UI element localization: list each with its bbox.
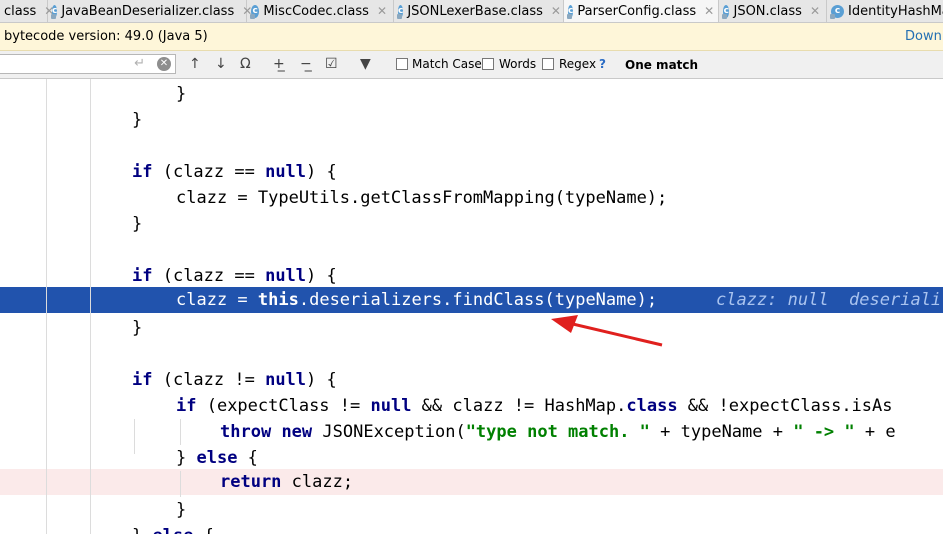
filter-icon[interactable]: ▼ bbox=[360, 56, 371, 72]
search-result-count: One match bbox=[625, 58, 699, 72]
code-editor[interactable]: } } if (clazz == null) { clazz = TypeUti… bbox=[0, 79, 943, 534]
match-case-checkbox[interactable] bbox=[396, 58, 408, 70]
tab-label: ParserConfig.class bbox=[577, 3, 697, 19]
tab-label: class bbox=[4, 3, 37, 19]
words-checkbox[interactable] bbox=[482, 58, 494, 70]
search-input[interactable]: ↵ ✕ bbox=[0, 54, 176, 74]
class-icon: c bbox=[396, 4, 404, 19]
bytecode-version-text: bytecode version: 49.0 (Java 5) bbox=[4, 29, 208, 44]
remove-selection-icon[interactable]: −̲ bbox=[300, 56, 312, 72]
regex-help-icon[interactable]: ? bbox=[599, 57, 606, 71]
enter-icon: ↵ bbox=[134, 56, 145, 71]
class-icon: c bbox=[249, 4, 260, 19]
match-case-label[interactable]: Match Case bbox=[412, 57, 482, 71]
tab-identityhashmap[interactable]: c IdentityHashMa bbox=[827, 0, 943, 22]
editor-tab-bar: class ✕ c JavaBeanDeserializer.class ✕ c… bbox=[0, 0, 943, 23]
close-icon[interactable]: ✕ bbox=[551, 4, 561, 18]
close-icon[interactable]: ✕ bbox=[704, 4, 714, 18]
tab-label: MiscCodec.class bbox=[263, 3, 369, 19]
select-all-occurrences-icon[interactable]: ☑ bbox=[325, 56, 338, 72]
class-icon: c bbox=[830, 4, 844, 19]
tab-label: JSON.class bbox=[733, 3, 802, 19]
tab-misccodec[interactable]: c MiscCodec.class ✕ bbox=[247, 0, 394, 22]
tab-label: JavaBeanDeserializer.class bbox=[61, 3, 235, 19]
find-bar: ↵ ✕ ↑ ↓ Ω +̲ −̲ ☑ ▼ Match Case Words Reg… bbox=[0, 51, 943, 79]
words-label[interactable]: Words bbox=[499, 57, 536, 71]
tab-label: JSONLexerBase.class bbox=[407, 3, 543, 19]
tab-javabeandeserializer[interactable]: c JavaBeanDeserializer.class ✕ bbox=[48, 0, 252, 22]
class-icon: c bbox=[566, 4, 574, 19]
class-icon: c bbox=[50, 4, 58, 19]
add-selection-icon[interactable]: +̲ bbox=[273, 56, 285, 72]
find-all-icon[interactable]: Ω bbox=[240, 56, 251, 72]
regex-checkbox[interactable] bbox=[542, 58, 554, 70]
regex-label[interactable]: Regex bbox=[559, 57, 596, 71]
decompiler-info-bar: bytecode version: 49.0 (Java 5) Downlo bbox=[0, 23, 943, 51]
close-icon[interactable]: ✕ bbox=[810, 4, 820, 18]
download-sources-link[interactable]: Downlo bbox=[905, 29, 943, 44]
tab-jsonlexerbase[interactable]: c JSONLexerBase.class ✕ bbox=[394, 0, 564, 22]
tab-class[interactable]: class ✕ bbox=[0, 0, 54, 22]
close-icon[interactable]: ✕ bbox=[377, 4, 387, 18]
next-occurrence-icon[interactable]: ↓ bbox=[215, 56, 227, 72]
class-icon: c bbox=[721, 4, 730, 19]
tab-json[interactable]: c JSON.class ✕ bbox=[719, 0, 827, 22]
previous-occurrence-icon[interactable]: ↑ bbox=[189, 56, 201, 72]
tab-label: IdentityHashMa bbox=[848, 3, 943, 19]
annotation-arrow bbox=[551, 315, 663, 347]
tab-parserconfig[interactable]: c ParserConfig.class ✕ bbox=[564, 0, 719, 22]
clear-icon[interactable]: ✕ bbox=[157, 57, 171, 71]
